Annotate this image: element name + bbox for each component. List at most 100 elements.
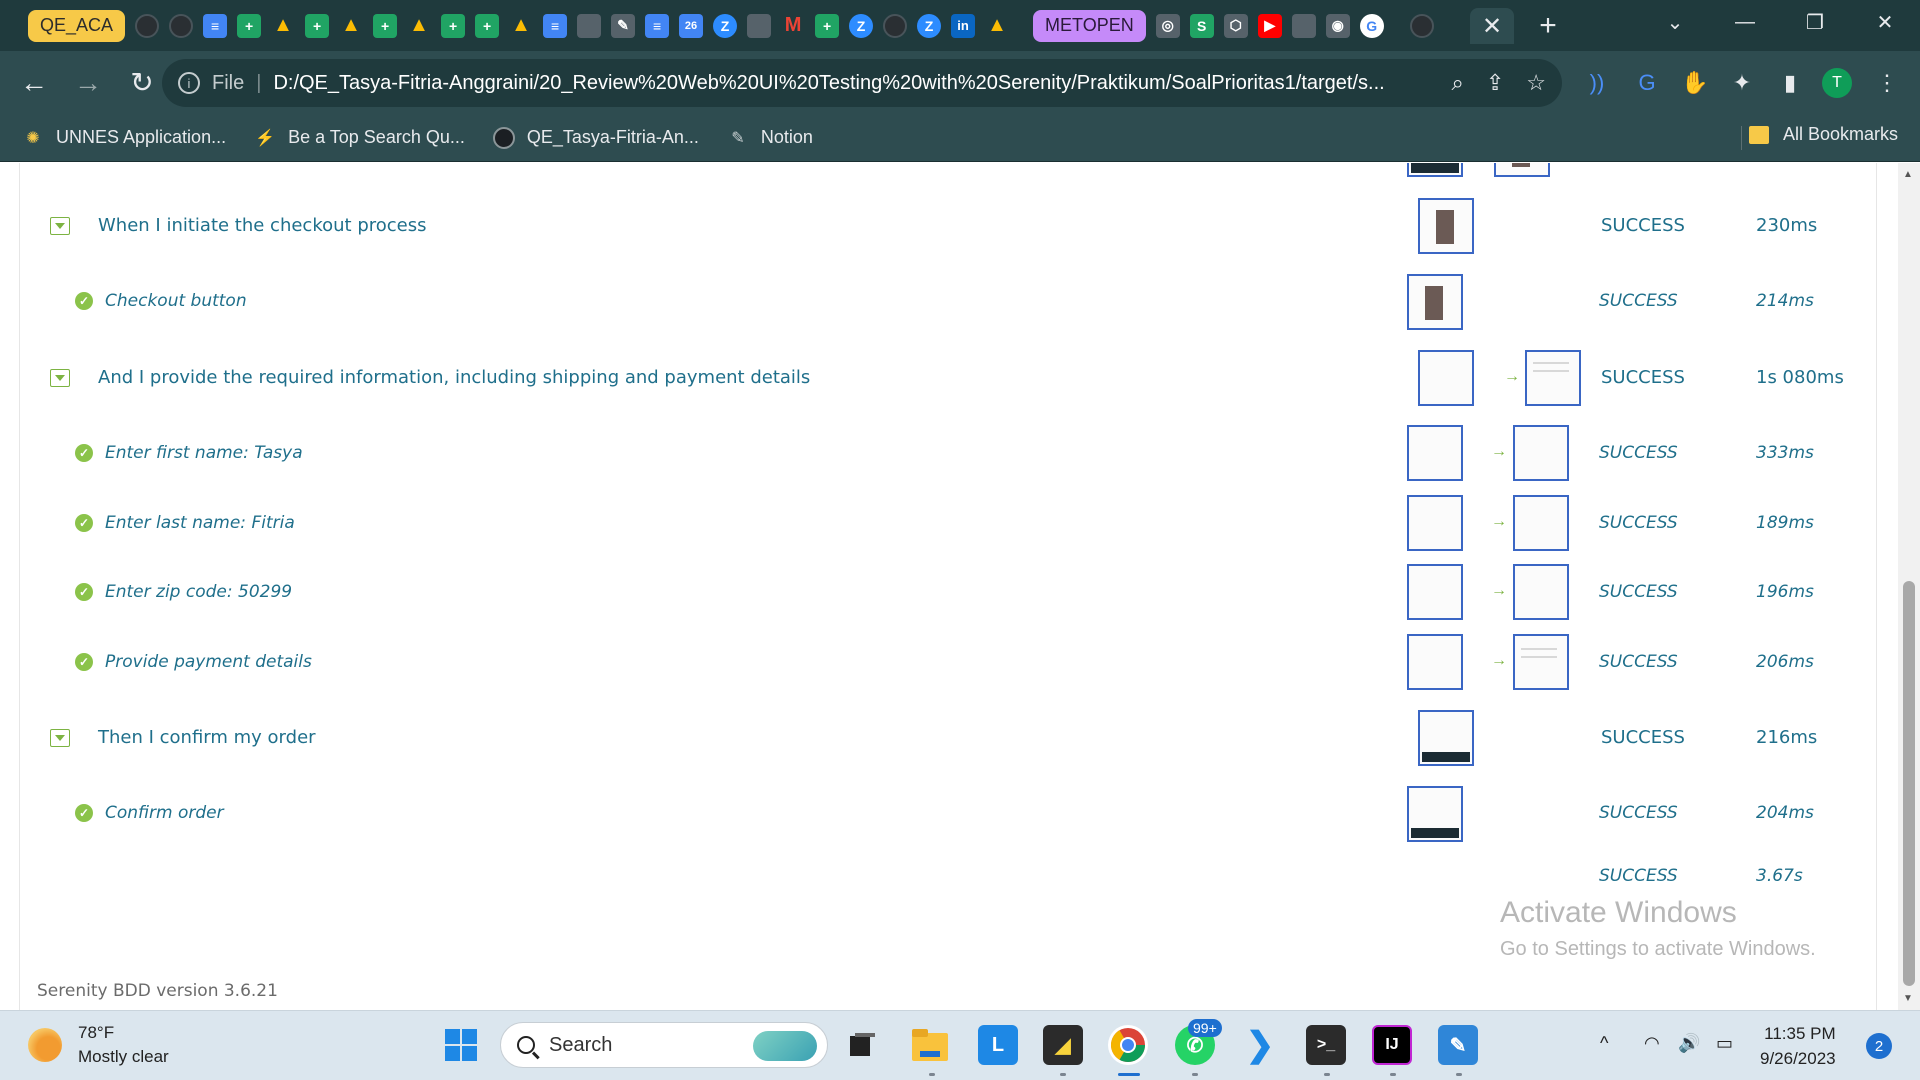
address-url[interactable]: D:/QE_Tasya-Fitria-Anggraini/20_Review%2… <box>273 72 1423 95</box>
weather-widget[interactable]: 78°F Mostly clear <box>28 1021 169 1069</box>
site-tab-icon[interactable] <box>577 13 602 38</box>
google-sheets-tab-icon[interactable]: + <box>305 13 330 38</box>
google-sheets-tab-icon[interactable]: + <box>237 13 262 38</box>
google-docs-tab-icon[interactable]: ≡ <box>203 13 228 38</box>
google-sheets-tab-icon[interactable]: + <box>373 13 398 38</box>
scrollbar-thumb[interactable] <box>1903 581 1915 986</box>
site-tab-icon[interactable] <box>1291 13 1316 38</box>
terminal-icon[interactable]: >_ <box>1306 1025 1346 1065</box>
file-explorer-icon[interactable] <box>910 1025 950 1065</box>
letter-l-app-icon[interactable]: L <box>978 1025 1018 1065</box>
all-bookmarks-button[interactable]: All Bookmarks <box>1748 124 1898 145</box>
paint-app-icon[interactable]: ✎ <box>1438 1025 1478 1065</box>
active-tab-close-button[interactable]: ✕ <box>1470 8 1514 44</box>
vscode-icon[interactable]: ❯ <box>1240 1025 1280 1065</box>
google-drive-tab-icon[interactable]: ▲ <box>271 14 295 38</box>
chrome-taskbar-icon[interactable] <box>1108 1025 1148 1065</box>
screenshot-thumbnail[interactable] <box>1513 564 1569 620</box>
collapse-toggle-icon[interactable] <box>50 729 70 747</box>
linkedin-tab-icon[interactable]: in <box>951 13 976 38</box>
collapse-toggle-icon[interactable] <box>50 369 70 387</box>
taskbar-search-box[interactable]: Search <box>500 1022 828 1068</box>
close-window-button[interactable]: ✕ <box>1850 0 1920 44</box>
volume-icon[interactable]: 🔊 <box>1678 1033 1700 1054</box>
github-tab-icon[interactable] <box>883 13 908 38</box>
notion-tab-icon[interactable]: ✎ <box>611 13 636 38</box>
zoom-tab-icon[interactable]: Z <box>917 13 942 38</box>
address-bar[interactable]: i File | D:/QE_Tasya-Fitria-Anggraini/20… <box>162 59 1562 107</box>
scroll-up-icon[interactable]: ▲ <box>1903 169 1913 180</box>
google-docs-tab-icon[interactable]: ≡ <box>645 13 670 38</box>
google-drive-tab-icon[interactable]: ▲ <box>509 14 533 38</box>
site-tab-icon[interactable] <box>747 13 772 38</box>
back-button[interactable]: ← <box>12 61 56 105</box>
tab-group-metopen[interactable]: METOPEN <box>1033 9 1146 42</box>
github-tab-icon[interactable] <box>1409 13 1434 38</box>
screenshot-thumbnail[interactable] <box>1513 634 1569 690</box>
zoom-icon[interactable]: ⌕ <box>1452 70 1464 96</box>
google-sheets-tab-icon[interactable]: + <box>475 13 500 38</box>
app-tab-icon[interactable]: S <box>1189 13 1214 38</box>
tray-overflow-chevron-icon[interactable]: ^ <box>1600 1033 1608 1054</box>
sticky-notes-icon[interactable]: ◢ <box>1043 1025 1083 1065</box>
screenshot-thumbnail[interactable] <box>1513 495 1569 551</box>
screenshot-thumbnail[interactable] <box>1407 634 1463 690</box>
bookmark-unnes[interactable]: ✺ UNNES Application... <box>22 127 226 149</box>
intellij-icon[interactable]: IJ <box>1372 1025 1412 1065</box>
screenshot-thumbnail[interactable] <box>1407 425 1463 481</box>
profile-avatar[interactable]: T <box>1815 61 1859 105</box>
scroll-down-icon[interactable]: ▼ <box>1903 993 1913 1004</box>
youtube-tab-icon[interactable]: ▶ <box>1257 13 1282 38</box>
start-windows-icon[interactable] <box>441 1025 481 1065</box>
chatgpt-tab-icon[interactable]: ◎ <box>1155 13 1180 38</box>
google-sheets-tab-icon[interactable]: + <box>441 13 466 38</box>
screenshot-thumbnail[interactable] <box>1418 710 1474 766</box>
page-scrollbar[interactable]: ▲ ▼ <box>1898 163 1920 1010</box>
github-tab-icon[interactable] <box>169 13 194 38</box>
adblock-icon[interactable]: ✋ <box>1673 61 1717 105</box>
bookmark-notion[interactable]: ✎ Notion <box>727 127 813 149</box>
screenshot-thumbnail[interactable] <box>1494 163 1550 177</box>
screenshot-thumbnail[interactable] <box>1407 274 1463 330</box>
google-drive-tab-icon[interactable]: ▲ <box>985 14 1009 38</box>
google-translate-icon[interactable]: G <box>1625 61 1669 105</box>
screenshot-thumbnail[interactable] <box>1525 350 1581 406</box>
google-calendar-tab-icon[interactable]: 26 <box>679 13 704 38</box>
zoom-tab-icon[interactable]: Z <box>713 13 738 38</box>
google-drive-tab-icon[interactable]: ▲ <box>407 14 431 38</box>
google-tab-icon[interactable]: G <box>1359 13 1384 38</box>
github-tab-icon[interactable] <box>135 13 160 38</box>
screenshot-thumbnail[interactable] <box>1407 495 1463 551</box>
wifi-icon[interactable]: ◠ <box>1644 1033 1660 1054</box>
notification-count-badge[interactable]: 2 <box>1866 1033 1892 1059</box>
task-view-icon[interactable] <box>842 1025 882 1065</box>
screenshot-thumbnail[interactable] <box>1407 564 1463 620</box>
gmail-tab-icon[interactable]: M <box>781 14 805 38</box>
google-sheets-tab-icon[interactable]: + <box>815 13 840 38</box>
forward-button[interactable]: → <box>66 61 110 105</box>
screenshot-thumbnail[interactable] <box>1407 786 1463 842</box>
tab-group-qe-aca[interactable]: QE_ACA <box>28 9 126 42</box>
google-drive-tab-icon[interactable]: ▲ <box>339 14 363 38</box>
extensions-puzzle-icon[interactable]: ✦ <box>1720 61 1764 105</box>
reload-button[interactable]: ↻ <box>120 61 164 105</box>
menu-kebab-icon[interactable]: ⋮ <box>1865 61 1909 105</box>
zoom-tab-icon[interactable]: Z <box>849 13 874 38</box>
system-clock[interactable]: 11:35 PM 9/26/2023 <box>1760 1021 1836 1071</box>
battery-icon[interactable]: ▭ <box>1716 1033 1733 1054</box>
extension-wave-icon[interactable]: )) <box>1575 61 1619 105</box>
tab-search-icon[interactable]: ⌄ <box>1640 0 1710 44</box>
bookmark-github-repo[interactable]: QE_Tasya-Fitria-An... <box>492 126 699 149</box>
chrome-tab-icon[interactable]: ◉ <box>1325 13 1350 38</box>
bookmark-top-search[interactable]: ⚡ Be a Top Search Qu... <box>254 127 465 149</box>
google-docs-tab-icon[interactable]: ≡ <box>543 13 568 38</box>
site-info-icon[interactable]: i <box>178 72 200 94</box>
new-tab-button[interactable]: + <box>1530 8 1566 44</box>
hexagon-tab-icon[interactable]: ⬡ <box>1223 13 1248 38</box>
share-icon[interactable]: ⇪ <box>1486 70 1504 96</box>
restore-button[interactable]: ❐ <box>1780 0 1850 44</box>
collapse-toggle-icon[interactable] <box>50 217 70 235</box>
minimize-button[interactable]: — <box>1710 0 1780 44</box>
screenshot-thumbnail[interactable] <box>1513 425 1569 481</box>
bookmark-star-icon[interactable]: ☆ <box>1526 70 1546 96</box>
